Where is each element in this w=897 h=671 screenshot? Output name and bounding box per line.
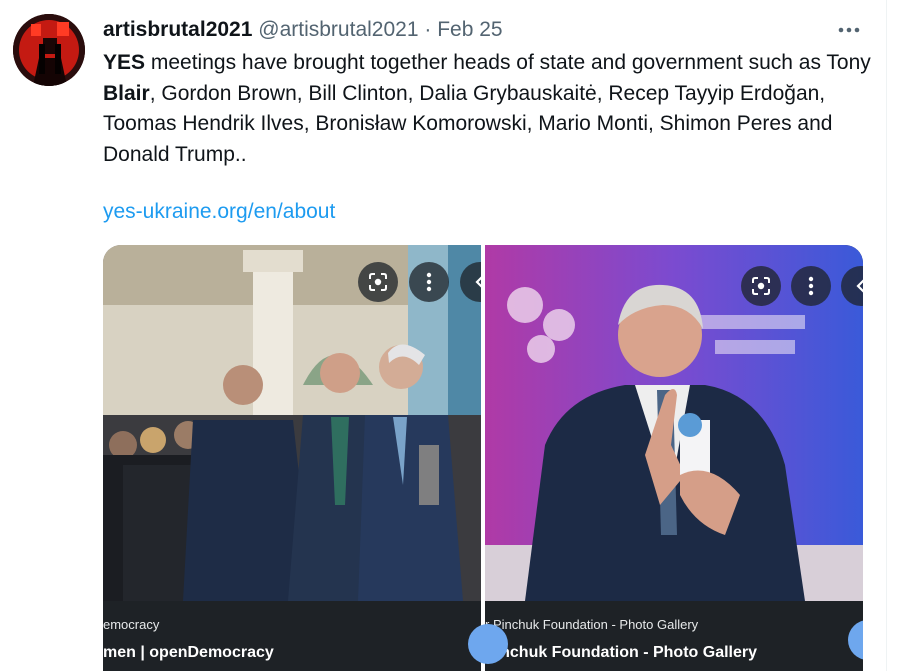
more-vertical-icon[interactable] [791, 266, 831, 306]
tweet-date[interactable]: Feb 25 [437, 18, 502, 41]
text-part: , Gordon Brown, Bill Clinton, Dalia Gryb… [103, 81, 833, 166]
text-bold-yes: YES [103, 51, 146, 74]
text-part: meetings have brought together heads of … [145, 51, 871, 74]
more-vertical-icon[interactable] [409, 262, 449, 302]
separator-dot: · [418, 18, 438, 41]
card-source: emocracy [103, 617, 160, 632]
google-lens-icon[interactable] [358, 262, 398, 302]
image-cards: emocracy men | openDemocracy r Pinchuk F… [103, 245, 863, 671]
tweet-header: artisbrutal2021 @artisbrutal2021 · Feb 2… [103, 16, 503, 44]
display-name[interactable]: artisbrutal2021 [103, 18, 252, 41]
more-horizontal-icon[interactable] [833, 14, 865, 46]
left-card-action-circle[interactable] [468, 624, 508, 664]
card-title[interactable]: Pinchuk Foundation - Photo Gallery [485, 644, 757, 662]
google-lens-icon[interactable] [741, 266, 781, 306]
image-card-right[interactable]: r Pinchuk Foundation - Photo Gallery Pin… [485, 245, 863, 671]
tweet-text: YES meetings have brought together heads… [103, 48, 873, 170]
user-handle[interactable]: @artisbrutal2021 [258, 18, 418, 41]
card-source: r Pinchuk Foundation - Photo Gallery [485, 617, 699, 632]
text-bold-blair: Blair [103, 81, 150, 105]
tweet-link[interactable]: yes-ukraine.org/en/about [103, 198, 335, 226]
avatar[interactable] [13, 14, 85, 86]
image-card-left[interactable]: emocracy men | openDemocracy [103, 245, 481, 671]
card-caption[interactable]: emocracy men | openDemocracy [103, 601, 481, 671]
column-border [886, 0, 887, 671]
card-caption[interactable]: r Pinchuk Foundation - Photo Gallery Pin… [485, 601, 863, 671]
card-title[interactable]: men | openDemocracy [103, 644, 274, 662]
